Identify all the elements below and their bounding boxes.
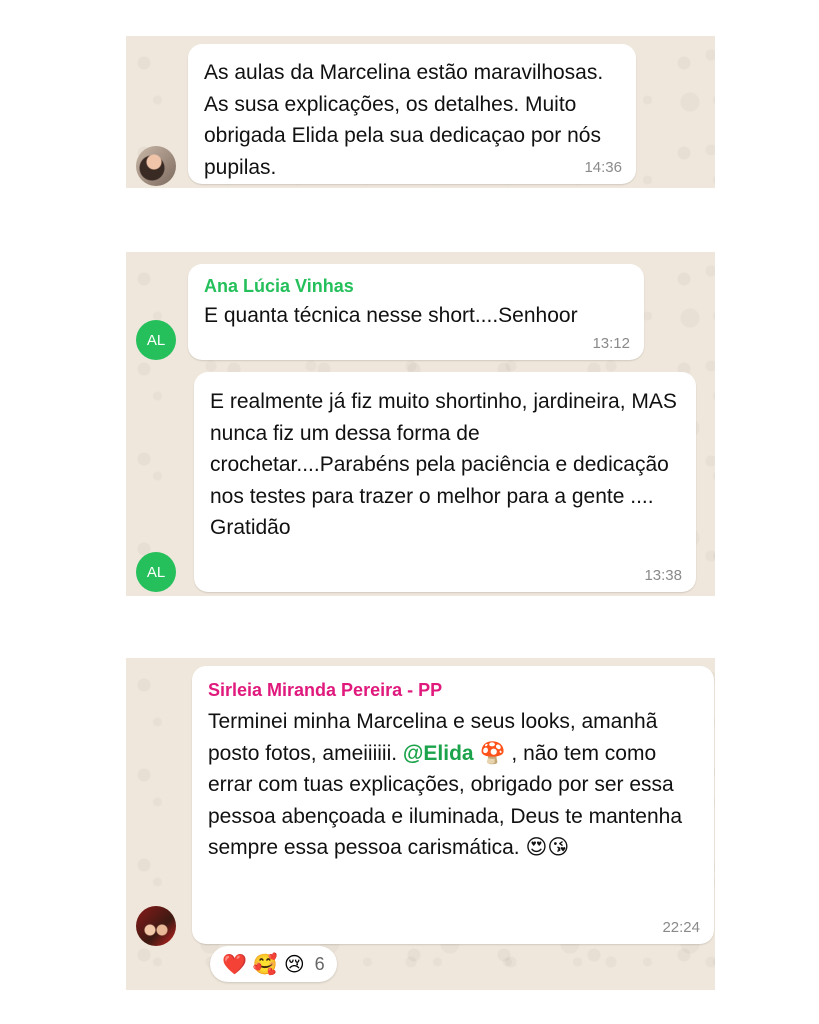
red-heart-reaction-icon: ❤️ — [222, 952, 247, 976]
message-timestamp: 14:36 — [584, 159, 622, 176]
sender-avatar[interactable] — [136, 906, 176, 946]
heart-eyes-kiss-emoji-icon: 😍😘 — [525, 835, 570, 859]
chat-panel-3: Sirleia Miranda Pereira - PP Terminei mi… — [126, 658, 715, 990]
mushroom-emoji-icon: 🍄 — [479, 740, 506, 765]
message-bubble[interactable]: E realmente já fiz muito shortinho, jard… — [194, 372, 696, 592]
crying-face-reaction-icon: 😢 — [283, 952, 305, 976]
message-text: Terminei minha Marcelina e seus looks, a… — [208, 706, 698, 864]
sender-name[interactable]: Sirleia Miranda Pereira - PP — [208, 678, 698, 702]
message-text: E quanta técnica nesse short....Senhoor — [204, 304, 578, 327]
sender-name[interactable]: Ana Lúcia Vinhas — [204, 274, 628, 298]
reactions-bar[interactable]: ❤️ 🥰 😢 6 — [210, 946, 337, 982]
message-text: E realmente já fiz muito shortinho, jard… — [210, 390, 677, 539]
sender-avatar[interactable] — [136, 146, 176, 186]
message-timestamp: 13:38 — [644, 567, 682, 584]
message-timestamp: 13:12 — [592, 335, 630, 352]
message-bubble[interactable]: Ana Lúcia Vinhas E quanta técnica nesse … — [188, 264, 644, 360]
message-text: As aulas da Marcelina estão maravilhosas… — [204, 61, 604, 179]
message-bubble[interactable]: Sirleia Miranda Pereira - PP Terminei mi… — [192, 666, 714, 944]
message-timestamp: 22:24 — [662, 919, 700, 936]
chat-panel-1: As aulas da Marcelina estão maravilhosas… — [126, 36, 715, 188]
sender-avatar[interactable]: AL — [136, 552, 176, 592]
chat-panel-2: AL Ana Lúcia Vinhas E quanta técnica nes… — [126, 252, 715, 596]
sender-avatar[interactable]: AL — [136, 320, 176, 360]
message-bubble[interactable]: As aulas da Marcelina estão maravilhosas… — [188, 44, 636, 184]
mention-link[interactable]: @Elida — [403, 742, 474, 765]
reaction-count: 6 — [314, 953, 325, 974]
smiling-hearts-reaction-icon: 🥰 — [252, 952, 278, 976]
